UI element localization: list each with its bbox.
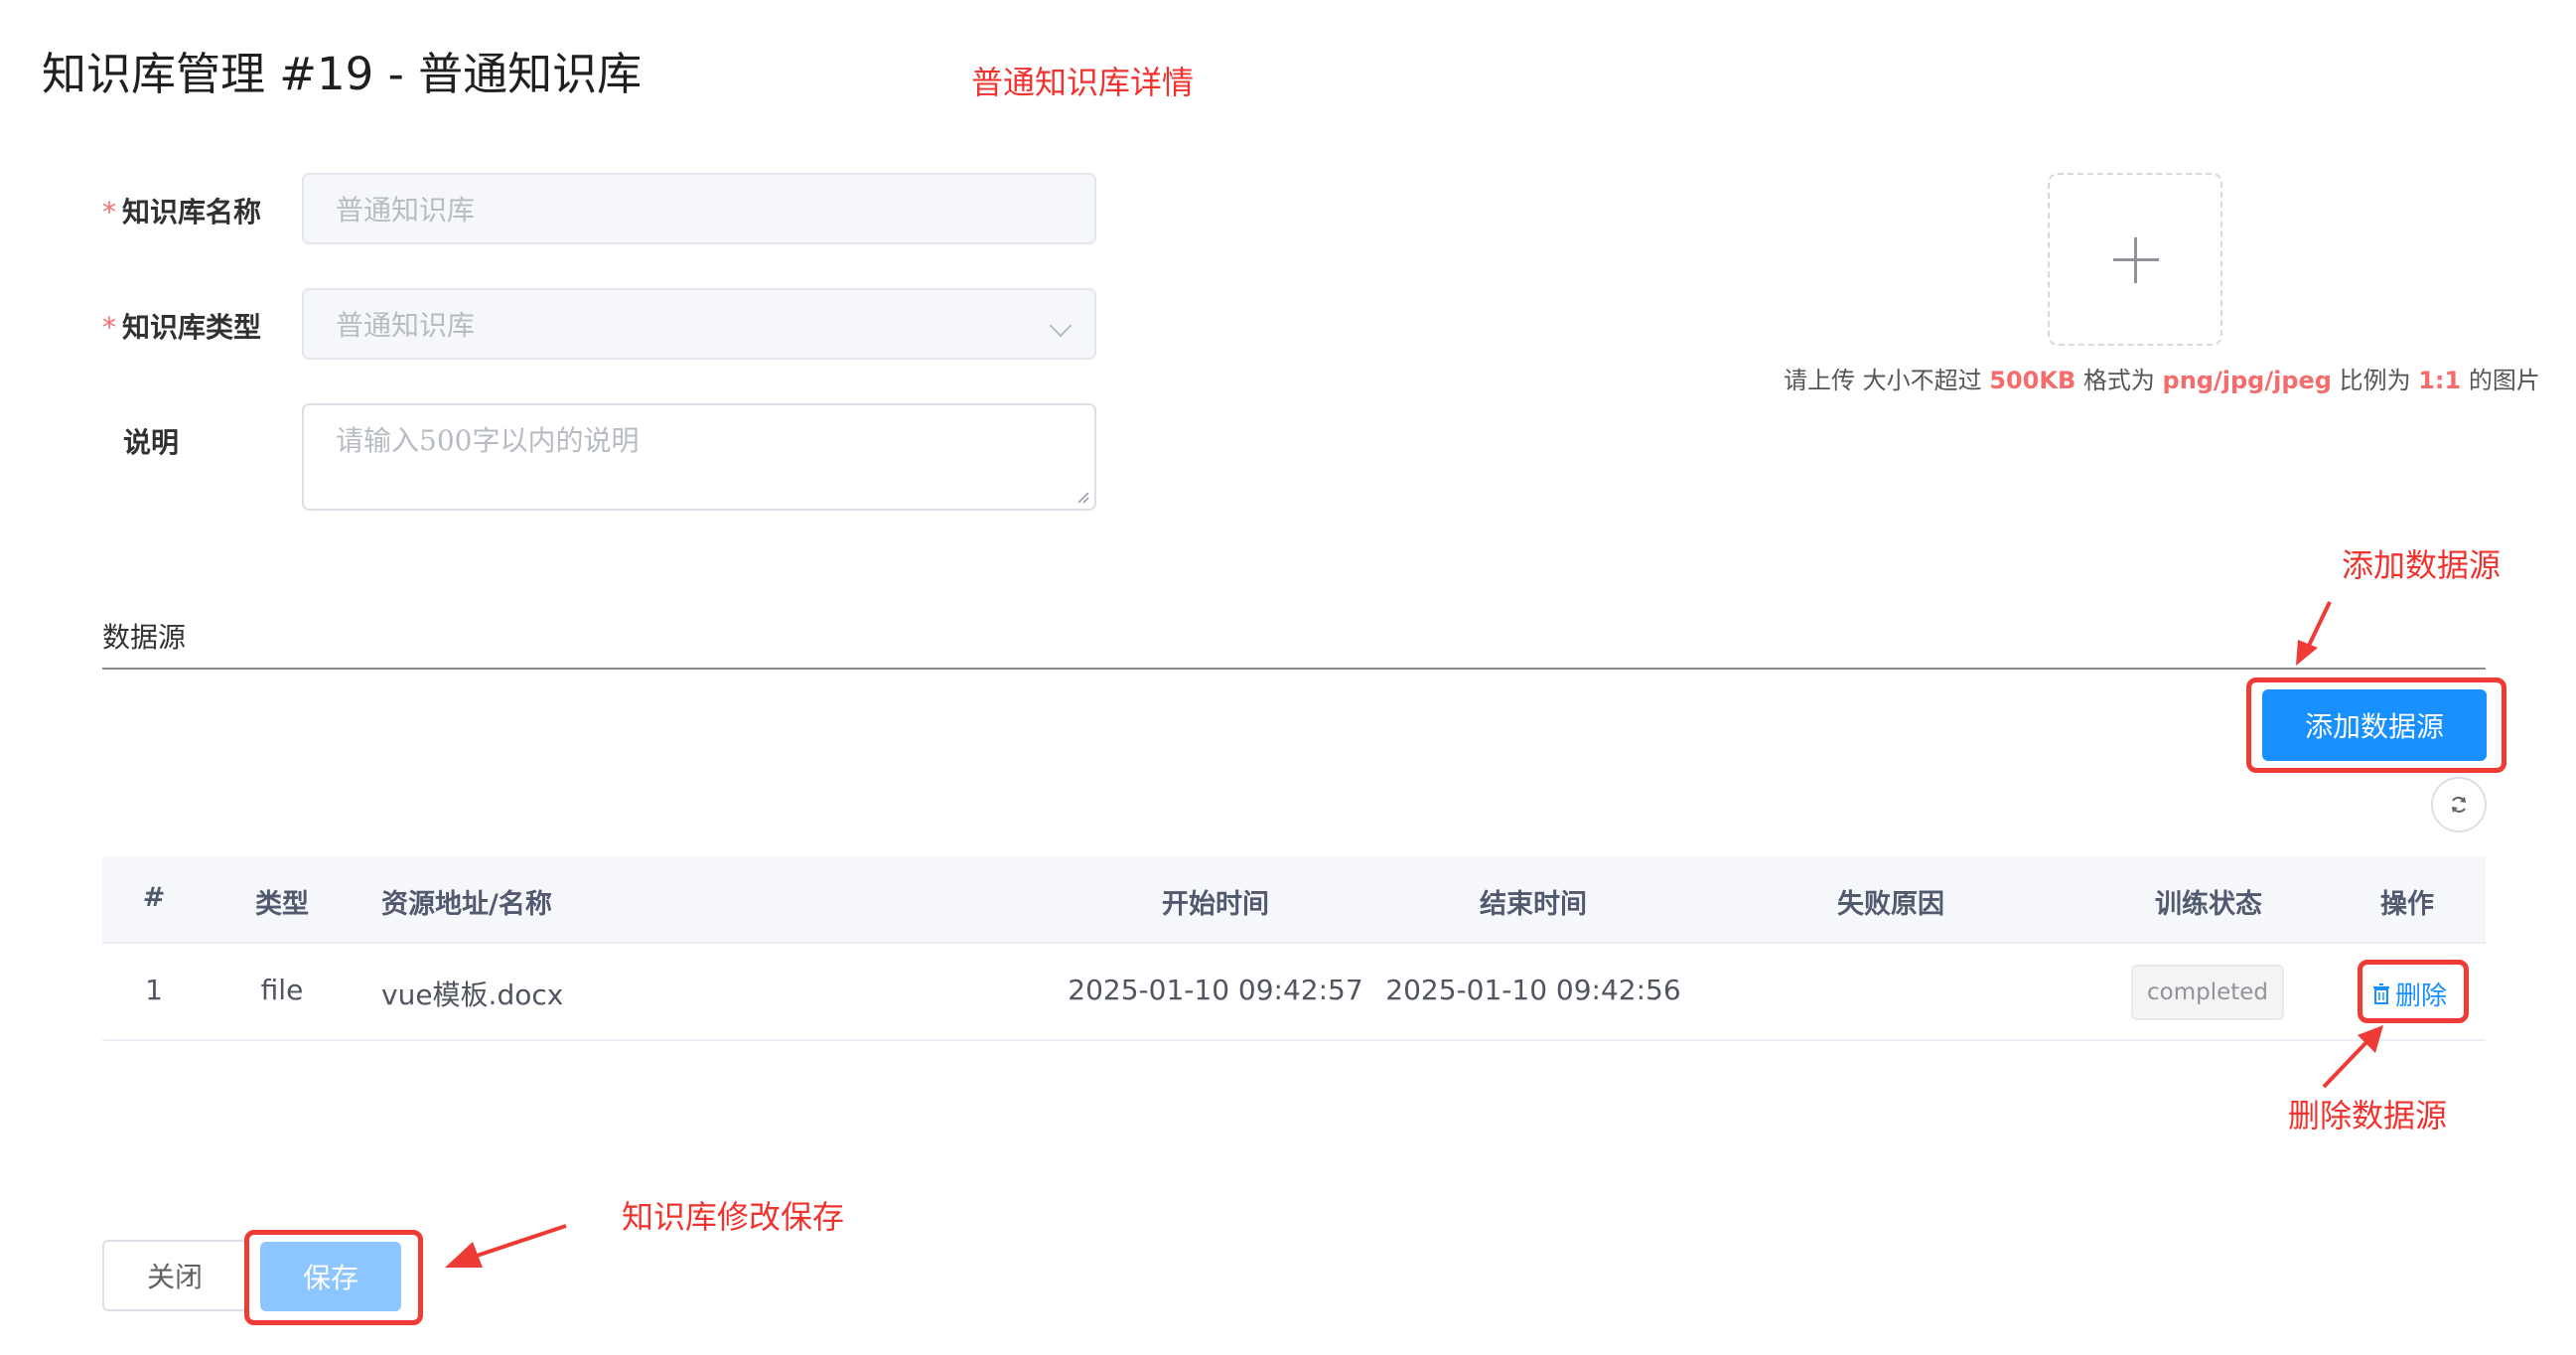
col-type: 类型 [255, 889, 309, 920]
annotation-save: 知识库修改保存 [622, 1198, 845, 1236]
upload-ratio: 1:1 [2418, 367, 2462, 394]
cell-end-time: 2025-01-10 09:42:56 [1385, 974, 1681, 1006]
desc-textarea[interactable]: 请输入500字以内的说明 [302, 403, 1096, 511]
col-resource: 资源地址/名称 [381, 889, 552, 920]
arrow-icon [2296, 601, 2332, 666]
type-select-value: 普通知识库 [336, 309, 476, 342]
name-input-value: 普通知识库 [336, 194, 476, 226]
col-status: 训练状态 [2155, 889, 2262, 920]
arrow-icon [445, 1224, 567, 1268]
annotation-delete-source: 删除数据源 [2288, 1097, 2448, 1134]
row-divider [102, 1039, 2486, 1041]
col-action: 操作 [2380, 889, 2434, 920]
col-fail-reason: 失败原因 [1837, 889, 1944, 920]
chevron-down-icon [1049, 314, 1073, 338]
required-mark: * [102, 196, 116, 228]
name-label: * 知识库名称 [102, 191, 261, 230]
type-select[interactable]: 普通知识库 [302, 288, 1096, 360]
cell-index: 1 [145, 974, 163, 1006]
image-upload[interactable] [2048, 173, 2222, 346]
cell-resource: vue模板.docx [381, 979, 564, 1011]
section-divider [102, 668, 2486, 670]
col-start-time: 开始时间 [1162, 889, 1269, 920]
type-label: * 知识库类型 [102, 306, 261, 346]
refresh-button[interactable] [2431, 777, 2487, 832]
resize-handle-icon[interactable] [1074, 489, 1090, 505]
desc-label: 说明 [123, 426, 180, 459]
add-datasource-button[interactable]: 添加数据源 [2262, 689, 2487, 761]
arrow-icon [2322, 1025, 2383, 1089]
name-label-text: 知识库名称 [122, 196, 262, 228]
annotation-detail: 普通知识库详情 [971, 64, 1195, 101]
cell-start-time: 2025-01-10 09:42:57 [1068, 974, 1363, 1006]
delete-link[interactable]: 删除 [2371, 976, 2447, 1012]
upload-tip-mid1: 格式为 [2075, 367, 2163, 394]
close-button[interactable]: 关闭 [102, 1240, 247, 1311]
upload-formats: png/jpg/jpeg [2162, 367, 2332, 394]
cell-type: file [260, 974, 304, 1006]
delete-link-label: 删除 [2395, 981, 2448, 1011]
name-input[interactable]: 普通知识库 [302, 173, 1096, 244]
col-end-time: 结束时间 [1480, 889, 1587, 920]
required-mark: * [102, 311, 116, 344]
col-index: # [142, 882, 166, 913]
trash-icon [2373, 982, 2389, 1004]
datasource-title: 数据源 [102, 621, 187, 654]
desc-placeholder: 请输入500字以内的说明 [336, 424, 640, 457]
type-label-text: 知识库类型 [122, 311, 262, 344]
upload-tip-prefix: 请上传 大小不超过 [1784, 367, 1990, 394]
refresh-icon [2452, 797, 2466, 813]
upload-size: 500KB [1989, 367, 2076, 394]
page-title: 知识库管理 #19 - 普通知识库 [42, 48, 643, 100]
annotation-add-source: 添加数据源 [2342, 546, 2502, 584]
status-badge: completed [2131, 965, 2284, 1020]
save-button[interactable]: 保存 [260, 1242, 401, 1311]
upload-tip-suffix: 的图片 [2461, 367, 2540, 394]
upload-tip-mid2: 比例为 [2331, 367, 2419, 394]
upload-tip: 请上传 大小不超过 500KB 格式为 png/jpg/jpeg 比例为 1:1… [1784, 361, 2540, 395]
